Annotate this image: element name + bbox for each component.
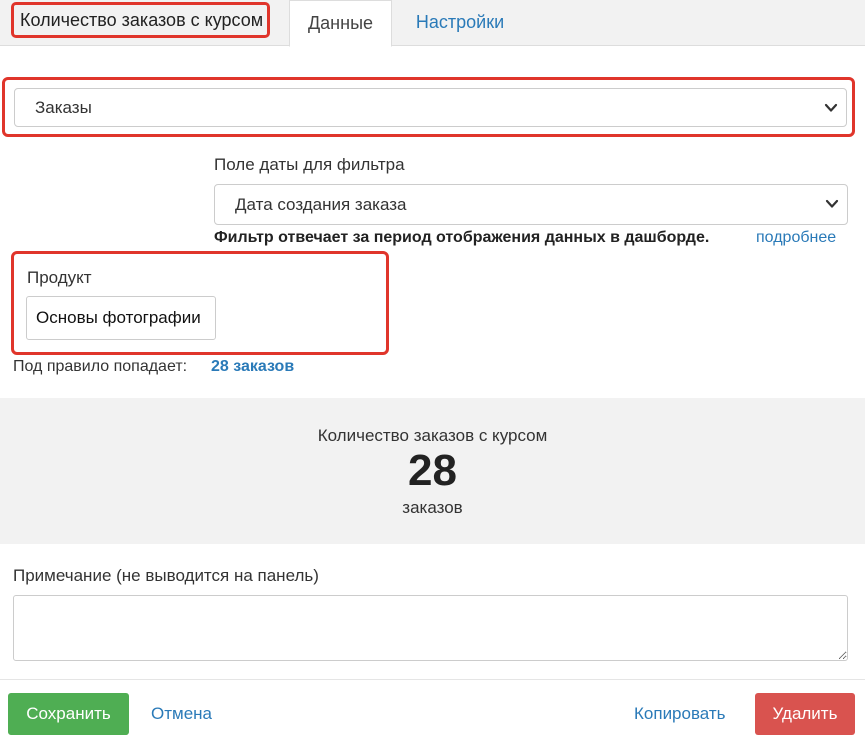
- date-filter-label: Поле даты для фильтра: [214, 155, 405, 174]
- chevron-down-icon: [824, 103, 838, 112]
- widget-title-tab[interactable]: Количество заказов с курсом: [11, 2, 270, 38]
- source-select-value: Заказы: [35, 98, 92, 117]
- save-button[interactable]: Сохранить: [8, 693, 129, 735]
- preview-value: 28: [408, 446, 457, 495]
- delete-button[interactable]: Удалить: [755, 693, 855, 735]
- date-filter-hint: Фильтр отвечает за период отображения да…: [214, 229, 710, 246]
- copy-button[interactable]: Копировать: [634, 693, 726, 735]
- preview-title: Количество заказов с курсом: [317, 426, 548, 445]
- tab-data[interactable]: Данные: [289, 0, 392, 47]
- widget-preview: Количество заказов с курсом 28 заказов: [0, 398, 865, 544]
- rule-match-count-link[interactable]: 28 заказов: [211, 358, 294, 376]
- preview-unit: заказов: [402, 498, 463, 517]
- cancel-button[interactable]: Отмена: [151, 693, 212, 735]
- note-label: Примечание (не выводится на панель): [13, 566, 319, 585]
- more-info-link[interactable]: подробнее: [756, 229, 836, 247]
- rule-match-text: Под правило попадает:: [13, 358, 188, 375]
- product-filter-label: Продукт: [27, 268, 92, 287]
- chevron-down-icon: [825, 199, 839, 208]
- source-select[interactable]: Заказы: [14, 88, 847, 127]
- tab-settings[interactable]: Настройки: [397, 0, 523, 47]
- footer-divider: [0, 679, 865, 680]
- tab-bar: Количество заказов с курсом Данные Настр…: [0, 0, 865, 47]
- note-textarea[interactable]: [13, 595, 848, 661]
- date-filter-select[interactable]: Дата создания заказа: [214, 184, 848, 225]
- product-filter-value[interactable]: Основы фотографии: [26, 296, 216, 340]
- date-filter-value: Дата создания заказа: [235, 195, 407, 214]
